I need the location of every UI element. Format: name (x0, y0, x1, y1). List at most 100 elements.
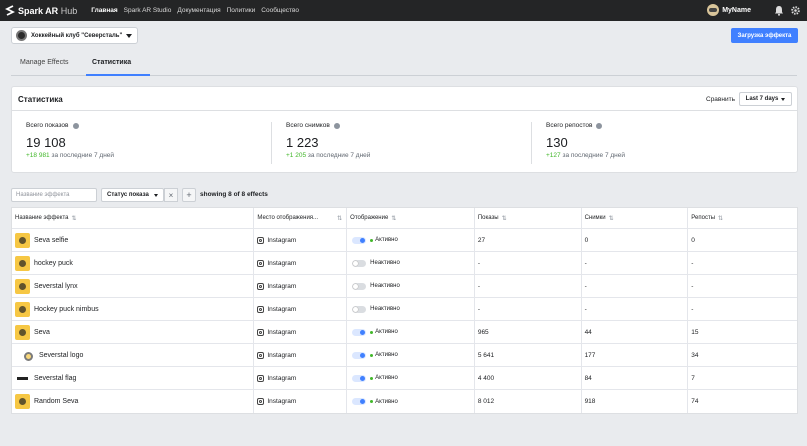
shares-cell: 74 (691, 398, 699, 405)
tab-manage-effects[interactable]: Manage Effects (20, 59, 69, 66)
column-header-placement[interactable]: Место отображения... ⇅ (254, 208, 348, 228)
column-header-name[interactable]: Название эффекта ⇅ (12, 208, 255, 228)
instagram-icon (257, 351, 265, 359)
effect-name[interactable]: Seva selfie (34, 237, 68, 244)
effect-name[interactable]: Severstal lynx (34, 283, 78, 290)
table-row[interactable]: Seva Instagram Активно 965 44 15 (12, 321, 797, 344)
status-label: Активно (375, 375, 398, 381)
stat-delta: +127 за последние 7 дней (546, 152, 786, 159)
effect-name[interactable]: Hockey puck nimbus (34, 306, 99, 313)
effect-name-cell[interactable]: Seva selfie (12, 229, 255, 251)
stat-delta-value: +127 (546, 152, 561, 159)
column-header-label: Место отображения... (257, 215, 319, 221)
divider (271, 122, 272, 164)
display-cell: Активно (347, 344, 475, 366)
shares-cell: - (691, 282, 694, 290)
active-status-dot (370, 376, 374, 380)
display-toggle[interactable] (352, 351, 367, 359)
effect-name[interactable]: hockey puck (34, 260, 73, 267)
column-header-label: Отображение (350, 215, 389, 221)
instagram-icon (257, 374, 265, 382)
nav-home[interactable]: Главная (91, 7, 117, 14)
effect-name-cell[interactable]: Hockey puck nimbus (12, 298, 255, 320)
table-row[interactable]: Severstal logo Instagram Активно 5 641 177 34 (12, 344, 797, 367)
nav-policies[interactable]: Политики (227, 7, 256, 14)
nav-documentation[interactable]: Документация (177, 7, 220, 14)
stat-delta-text: за последние 7 дней (562, 152, 626, 159)
effect-thumbnail-icon (20, 347, 35, 363)
display-toggle[interactable] (352, 236, 367, 244)
sort-icon: ⇅ (608, 215, 614, 222)
brand-name: Spark AR Hub (18, 5, 78, 16)
effect-name[interactable]: Severstal logo (39, 352, 83, 359)
column-header-display[interactable]: Отображение ⇅ (347, 208, 475, 228)
info-icon[interactable] (596, 122, 603, 129)
status-filter-dropdown[interactable]: Статус показа (101, 188, 164, 202)
settings-gear-icon[interactable] (790, 5, 801, 16)
divider (12, 110, 797, 111)
views-cell: 4 400 (475, 367, 582, 389)
effect-name[interactable]: Severstal flag (34, 375, 76, 382)
clear-filter-button[interactable]: × (164, 188, 178, 202)
table-row[interactable]: Severstal lynx Instagram Неактивно - - - (12, 275, 797, 298)
card-title: Статистика (18, 95, 63, 104)
display-toggle[interactable] (352, 305, 367, 313)
table-row[interactable]: Seva selfie Instagram Активно 27 0 0 (12, 229, 797, 252)
shares-cell: - (691, 305, 694, 313)
tab-bar: Manage Effects Статистика (11, 53, 797, 76)
upload-effect-button[interactable]: Загрузка эффекта (731, 28, 798, 43)
display-cell: Активно (347, 367, 475, 389)
column-header-captures[interactable]: Снимки ⇅ (582, 208, 689, 228)
captures-cell: - (582, 275, 689, 297)
effect-thumbnail-icon (15, 324, 30, 340)
effect-name-cell[interactable]: Random Seva (12, 390, 255, 413)
status-label: Неактивно (370, 260, 400, 266)
table-row[interactable]: Random Seva Instagram Активно 8 012 918 74 (12, 390, 797, 413)
display-toggle[interactable] (352, 374, 367, 382)
stat-label: Всего показов (26, 122, 266, 129)
table-body: Seva selfie Instagram Активно 27 0 0 hockey pu… (12, 229, 797, 413)
effect-name[interactable]: Seva (34, 329, 50, 336)
nav-community[interactable]: Сообщество (261, 7, 299, 14)
instagram-icon (257, 282, 265, 290)
table-row[interactable]: Severstal flag Instagram Активно 4 400 84 7 (12, 367, 797, 390)
effect-name-cell[interactable]: Severstal logo (12, 344, 255, 366)
project-logo-icon (16, 30, 27, 41)
top-navigation-bar: Spark AR Hub Главная Spark AR Studio Док… (0, 0, 807, 21)
active-status-dot (370, 400, 374, 403)
display-toggle[interactable] (352, 328, 367, 336)
user-menu[interactable]: MyName (707, 4, 751, 16)
views-cell: - (475, 275, 582, 297)
info-icon[interactable] (333, 122, 340, 129)
table-row[interactable]: hockey puck Instagram Неактивно - - - (12, 252, 797, 275)
stat-label: Всего репостов (546, 122, 786, 129)
effect-search-input[interactable]: Название эффекта (11, 188, 97, 202)
notifications-bell-icon[interactable] (774, 5, 784, 16)
instagram-icon (257, 259, 265, 267)
effect-name-cell[interactable]: Severstal lynx (12, 275, 255, 297)
table-row[interactable]: Hockey puck nimbus Instagram Неактивно - - - (12, 298, 797, 321)
effect-name[interactable]: Random Seva (34, 398, 78, 405)
captures-cell: 177 (582, 344, 689, 366)
display-toggle[interactable] (352, 259, 367, 267)
project-selector[interactable]: Хоккейный клуб "Северсталь" (11, 27, 138, 44)
column-header-shares[interactable]: Репосты ⇅ (688, 208, 797, 228)
effect-name-cell[interactable]: Severstal flag (12, 367, 255, 389)
info-icon[interactable] (72, 122, 79, 129)
placement-label: Instagram (267, 259, 297, 267)
column-header-views[interactable]: Показы ⇅ (475, 208, 582, 228)
add-filter-button[interactable]: + (182, 188, 196, 202)
nav-spark-ar-studio[interactable]: Spark AR Studio (124, 7, 172, 14)
compare-label: Сравнить (706, 96, 735, 103)
effect-name-cell[interactable]: Seva (12, 321, 255, 343)
placement-cell: Instagram (254, 344, 348, 366)
placement-label: Instagram (267, 236, 297, 244)
effect-name-cell[interactable]: hockey puck (12, 252, 255, 274)
spark-ar-logo[interactable]: Spark AR Hub (5, 4, 78, 17)
tab-statistics[interactable]: Статистика (92, 59, 131, 66)
display-toggle[interactable] (352, 398, 367, 405)
period-dropdown[interactable]: Last 7 days (739, 92, 792, 106)
shares-cell: 7 (691, 374, 695, 382)
display-toggle[interactable] (352, 282, 367, 290)
avatar (707, 4, 720, 16)
